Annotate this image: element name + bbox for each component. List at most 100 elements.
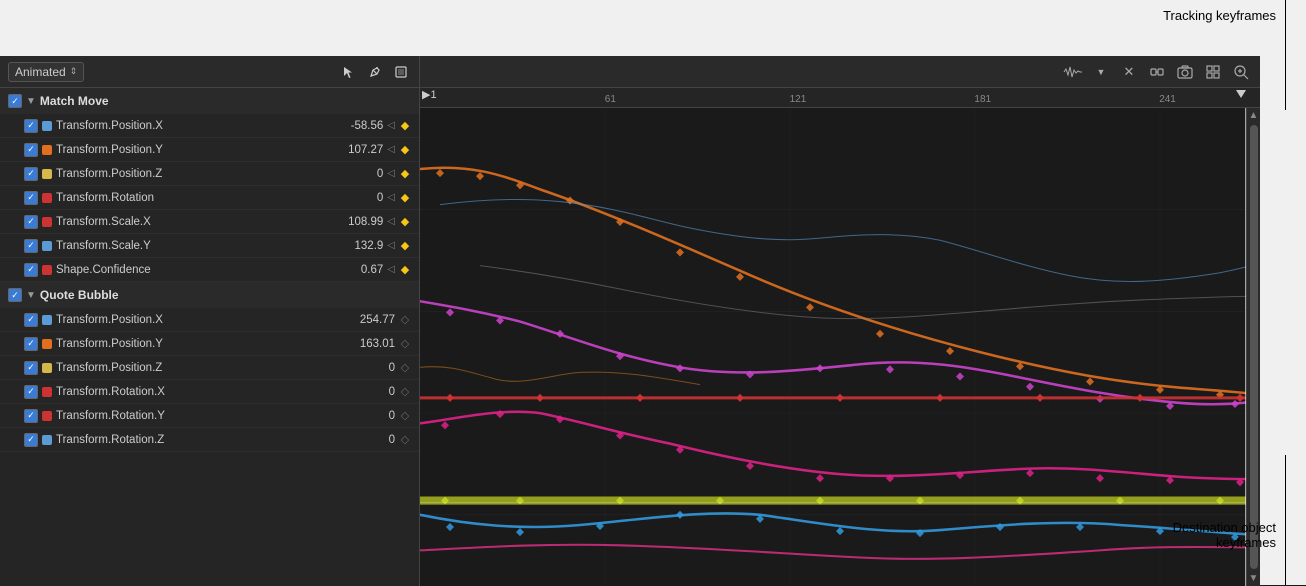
ruler-241: 241 — [1159, 94, 1176, 105]
prop-checkbox-5[interactable] — [24, 239, 38, 253]
prop-diamond-1[interactable] — [399, 144, 411, 156]
prop-diamond-6[interactable] — [399, 264, 411, 276]
color-swatch-6 — [42, 265, 52, 275]
prop-value-qb-4: 0 — [345, 410, 395, 422]
destination-keyframes-label: Destination objectkeyframes — [1173, 520, 1276, 550]
prop-checkbox-qb-3[interactable] — [24, 385, 38, 399]
prop-diamond-qb-2[interactable] — [399, 362, 411, 374]
prop-row-qb-rotation-z: Transform.Rotation.Z 0 — [0, 428, 419, 452]
scroll-up[interactable]: ▲ — [1247, 108, 1260, 123]
quote-bubble-checkbox[interactable] — [8, 288, 22, 302]
prop-name-4: Transform.Scale.X — [56, 216, 329, 228]
left-panel: Animated ⇕ ▼ Match Move — [0, 56, 420, 586]
prop-arrow-4[interactable]: ◁ — [387, 216, 395, 227]
prop-diamond-qb-3[interactable] — [399, 386, 411, 398]
cursor-tool-button[interactable] — [339, 62, 359, 82]
scroll-thumb[interactable] — [1250, 125, 1258, 569]
quote-bubble-label: Quote Bubble — [40, 288, 119, 302]
prop-row-shape-confidence: Shape.Confidence 0.67 ◁ — [0, 258, 419, 282]
prop-row-transform-rotation: Transform.Rotation 0 ◁ — [0, 186, 419, 210]
prop-diamond-5[interactable] — [399, 240, 411, 252]
color-swatch-3 — [42, 193, 52, 203]
scroll-down[interactable]: ▼ — [1247, 571, 1260, 586]
waveform-dropdown[interactable]: ▼ — [1090, 61, 1112, 83]
prop-row-transform-scale-y: Transform.Scale.Y 132.9 ◁ — [0, 234, 419, 258]
prop-name-1: Transform.Position.Y — [56, 144, 329, 156]
prop-row-transform-position-y: Transform.Position.Y 107.27 ◁ — [0, 138, 419, 162]
prop-name-3: Transform.Rotation — [56, 192, 329, 204]
prop-checkbox-0[interactable] — [24, 119, 38, 133]
annotation-line-top — [1285, 0, 1286, 110]
prop-row-qb-position-y: Transform.Position.Y 163.01 — [0, 332, 419, 356]
select-tool-button[interactable] — [391, 62, 411, 82]
color-swatch-qb-3 — [42, 387, 52, 397]
prop-arrow-3[interactable]: ◁ — [387, 192, 395, 203]
animated-label: Animated — [15, 65, 66, 79]
color-swatch-qb-4 — [42, 411, 52, 421]
quote-bubble-expand[interactable]: ▼ — [26, 290, 36, 301]
prop-checkbox-qb-2[interactable] — [24, 361, 38, 375]
prop-arrow-1[interactable]: ◁ — [387, 144, 395, 155]
prop-checkbox-2[interactable] — [24, 167, 38, 181]
prop-checkbox-qb-1[interactable] — [24, 337, 38, 351]
prop-name-5: Transform.Scale.Y — [56, 240, 329, 252]
prop-row-qb-position-x: Transform.Position.X 254.77 — [0, 308, 419, 332]
color-swatch-4 — [42, 217, 52, 227]
prop-value-qb-2: 0 — [345, 362, 395, 374]
prop-arrow-6[interactable]: ◁ — [387, 264, 395, 275]
prop-value-qb-3: 0 — [345, 386, 395, 398]
prop-diamond-3[interactable] — [399, 192, 411, 204]
graph-area: ▲ ▼ — [420, 108, 1260, 586]
ruler-181: 181 — [974, 94, 991, 105]
prop-diamond-qb-1[interactable] — [399, 338, 411, 350]
ruler-61: 61 — [605, 94, 616, 105]
prop-diamond-qb-4[interactable] — [399, 410, 411, 422]
prop-checkbox-qb-0[interactable] — [24, 313, 38, 327]
prop-value-3: 0 — [333, 192, 383, 204]
prop-diamond-qb-5[interactable] — [399, 434, 411, 446]
prop-diamond-2[interactable] — [399, 168, 411, 180]
animated-dropdown[interactable]: Animated ⇕ — [8, 62, 84, 82]
prop-diamond-qb-0[interactable] — [399, 314, 411, 326]
right-panel: ▼ ✕ — [420, 56, 1260, 586]
right-scrollbar[interactable]: ▲ ▼ — [1246, 108, 1260, 586]
annotation-line-bottom — [1285, 455, 1286, 585]
prop-checkbox-qb-4[interactable] — [24, 409, 38, 423]
prop-arrow-0[interactable]: ◁ — [387, 120, 395, 131]
prop-value-1: 107.27 — [333, 144, 383, 156]
prop-checkbox-6[interactable] — [24, 263, 38, 277]
ruler-start: ▶1 — [420, 88, 437, 101]
match-move-checkbox[interactable] — [8, 94, 22, 108]
grid-icon[interactable] — [1202, 61, 1224, 83]
prop-value-5: 132.9 — [333, 240, 383, 252]
prop-checkbox-1[interactable] — [24, 143, 38, 157]
close-icon[interactable]: ✕ — [1118, 61, 1140, 83]
prop-diamond-0[interactable] — [399, 120, 411, 132]
prop-name-qb-0: Transform.Position.X — [56, 314, 341, 326]
camera-icon[interactable] — [1174, 61, 1196, 83]
match-move-label: Match Move — [40, 94, 109, 108]
prop-checkbox-4[interactable] — [24, 215, 38, 229]
right-toolbar: ▼ ✕ — [420, 56, 1260, 88]
prop-value-6: 0.67 — [333, 264, 383, 276]
playhead-marker[interactable] — [1236, 90, 1246, 98]
group-quote-bubble[interactable]: ▼ Quote Bubble — [0, 282, 419, 308]
property-list: ▼ Match Move Transform.Position.X -58.56… — [0, 88, 419, 586]
prop-name-qb-1: Transform.Position.Y — [56, 338, 341, 350]
group-match-move[interactable]: ▼ Match Move — [0, 88, 419, 114]
link-icon[interactable] — [1146, 61, 1168, 83]
prop-name-qb-3: Transform.Rotation.X — [56, 386, 341, 398]
prop-diamond-4[interactable] — [399, 216, 411, 228]
prop-arrow-5[interactable]: ◁ — [387, 240, 395, 251]
match-move-expand[interactable]: ▼ — [26, 96, 36, 107]
prop-name-6: Shape.Confidence — [56, 264, 329, 276]
prop-arrow-2[interactable]: ◁ — [387, 168, 395, 179]
pen-tool-button[interactable] — [365, 62, 385, 82]
zoom-in-icon[interactable] — [1230, 61, 1252, 83]
prop-checkbox-qb-5[interactable] — [24, 433, 38, 447]
prop-value-2: 0 — [333, 168, 383, 180]
prop-row-qb-rotation-y: Transform.Rotation.Y 0 — [0, 404, 419, 428]
waveform-icon[interactable] — [1062, 61, 1084, 83]
prop-checkbox-3[interactable] — [24, 191, 38, 205]
prop-name-2: Transform.Position.Z — [56, 168, 329, 180]
